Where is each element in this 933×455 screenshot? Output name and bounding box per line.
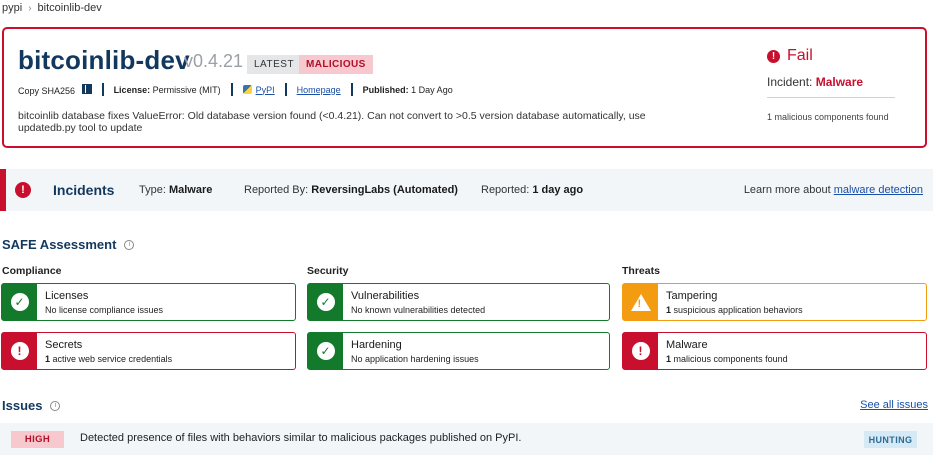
tile-desc-text: malicious components found — [673, 353, 788, 364]
hardening-tile[interactable]: ✓ Hardening No application hardening iss… — [307, 332, 610, 370]
copy-sha256-button[interactable]: Copy SHA256 — [18, 83, 92, 96]
breadcrumb-separator: › — [28, 2, 32, 14]
issue-tag: HUNTING — [864, 431, 917, 448]
copy-sha256-label: Copy SHA256 — [18, 85, 76, 96]
info-icon[interactable]: i — [124, 239, 135, 250]
tile-desc-text: active web service credentials — [52, 353, 173, 364]
threats-heading: Threats — [622, 265, 660, 277]
package-meta-row: Copy SHA256 License: Permissive (MIT) Py… — [18, 83, 453, 96]
tile-title: Malware — [666, 338, 708, 351]
info-icon[interactable]: i — [50, 400, 61, 411]
pypi-icon — [242, 85, 252, 94]
see-all-issues-link[interactable]: See all issues — [860, 399, 928, 411]
status-note: 1 malicious components found — [767, 112, 889, 122]
breadcrumb-current: bitcoinlib-dev — [37, 2, 102, 14]
tile-title: Secrets — [45, 338, 83, 351]
pypi-link[interactable]: PyPI — [256, 85, 275, 95]
tampering-tile[interactable]: ! Tampering 1 suspicious application beh… — [622, 283, 927, 321]
check-icon: ✓ — [316, 342, 335, 360]
tile-desc-text: suspicious application behaviors — [673, 304, 803, 315]
warning-icon: ! — [630, 293, 651, 311]
safe-assessment-label: SAFE Assessment — [2, 237, 117, 252]
incident-summary: Incident: Malware — [767, 75, 863, 89]
status-fail: ! Fail — [767, 47, 813, 65]
incident-reported-by: Reported By: ReversingLabs (Automated) — [244, 184, 458, 196]
incident-reported: Reported: 1 day ago — [481, 184, 583, 196]
tile-title: Hardening — [351, 338, 402, 351]
tile-desc: 1 malicious components found — [666, 354, 788, 364]
license-value: Permissive (MIT) — [152, 84, 221, 95]
tile-count: 1 — [666, 304, 672, 315]
breadcrumb: pypi › bitcoinlib-dev — [2, 2, 102, 14]
incidents-bar: ! Incidents Type: Malware Reported By: R… — [0, 169, 933, 211]
compliance-heading: Compliance — [2, 265, 62, 277]
package-version: v0.4.21 — [184, 51, 244, 71]
security-heading: Security — [307, 265, 349, 277]
incident-key: Incident: — [767, 75, 813, 89]
tile-desc: No application hardening issues — [351, 353, 479, 364]
published-key: Published: — [362, 84, 409, 95]
breadcrumb-root-link[interactable]: pypi — [2, 2, 22, 14]
meta-divider — [284, 83, 287, 96]
meta-divider — [350, 83, 353, 96]
reported-by-value: ReversingLabs (Automated) — [311, 184, 458, 196]
incident-type-key: Type: — [139, 184, 166, 196]
incidents-title: Incidents — [53, 182, 115, 198]
issue-row[interactable]: HIGH Detected presence of files with beh… — [0, 423, 933, 455]
status-divider — [767, 97, 895, 98]
tile-desc: 1 suspicious application behaviors — [666, 305, 803, 315]
malicious-badge: MALICIOUS — [299, 55, 373, 74]
package-summary-card: bitcoinlib-dev v0.4.21 LATEST MALICIOUS … — [2, 27, 927, 148]
tile-title: Vulnerabilities — [351, 289, 420, 302]
tile-count: 1 — [45, 353, 51, 364]
meta-divider — [230, 83, 233, 96]
latest-badge: LATEST — [247, 55, 302, 74]
incident-type-value: Malware — [168, 184, 213, 196]
license-key: License: — [113, 84, 151, 95]
homepage-link[interactable]: Homepage — [297, 85, 341, 95]
tile-title: Tampering — [666, 289, 718, 302]
package-name: bitcoinlib-dev — [18, 45, 190, 75]
malware-tile[interactable]: ! Malware 1 malicious components found — [622, 332, 927, 370]
check-icon: ✓ — [10, 293, 29, 311]
incident-type: Type: Malware — [139, 184, 212, 196]
status-label: Fail — [787, 47, 813, 64]
alert-icon: ! — [10, 342, 29, 360]
severity-badge: HIGH — [11, 431, 64, 448]
tile-desc: No license compliance issues — [45, 304, 164, 315]
licenses-tile[interactable]: ✓ Licenses No license compliance issues — [1, 283, 296, 321]
published-value: 1 Day Ago — [411, 84, 453, 95]
copy-icon — [81, 83, 92, 94]
learn-more-prefix: Learn more about — [743, 184, 831, 196]
meta-divider — [101, 83, 104, 96]
issue-text: Detected presence of files with behavior… — [80, 432, 522, 444]
tile-count: 1 — [666, 353, 672, 364]
issues-label: Issues — [2, 398, 43, 413]
incident-alert-icon: ! — [15, 182, 31, 198]
tile-title: Licenses — [45, 289, 89, 302]
alert-icon: ! — [631, 342, 650, 360]
issues-title: Issues i — [2, 398, 61, 413]
check-icon: ✓ — [316, 293, 335, 311]
vulnerabilities-tile[interactable]: ✓ Vulnerabilities No known vulnerabiliti… — [307, 283, 610, 321]
reported-key: Reported: — [481, 184, 530, 196]
tile-desc: No known vulnerabilities detected — [351, 304, 486, 315]
learn-more: Learn more about malware detection — [744, 184, 923, 196]
tile-desc: 1 active web service credentials — [45, 354, 172, 364]
secrets-tile[interactable]: ! Secrets 1 active web service credentia… — [1, 332, 296, 370]
safe-assessment-title: SAFE Assessment i — [2, 237, 135, 252]
malware-detection-link[interactable]: malware detection — [834, 184, 923, 196]
fail-alert-icon: ! — [767, 49, 780, 63]
reported-value: 1 day ago — [532, 184, 584, 196]
reported-by-key: Reported By: — [244, 184, 309, 196]
package-description: bitcoinlib database fixes ValueError: Ol… — [18, 110, 646, 134]
incident-value: Malware — [815, 75, 864, 89]
